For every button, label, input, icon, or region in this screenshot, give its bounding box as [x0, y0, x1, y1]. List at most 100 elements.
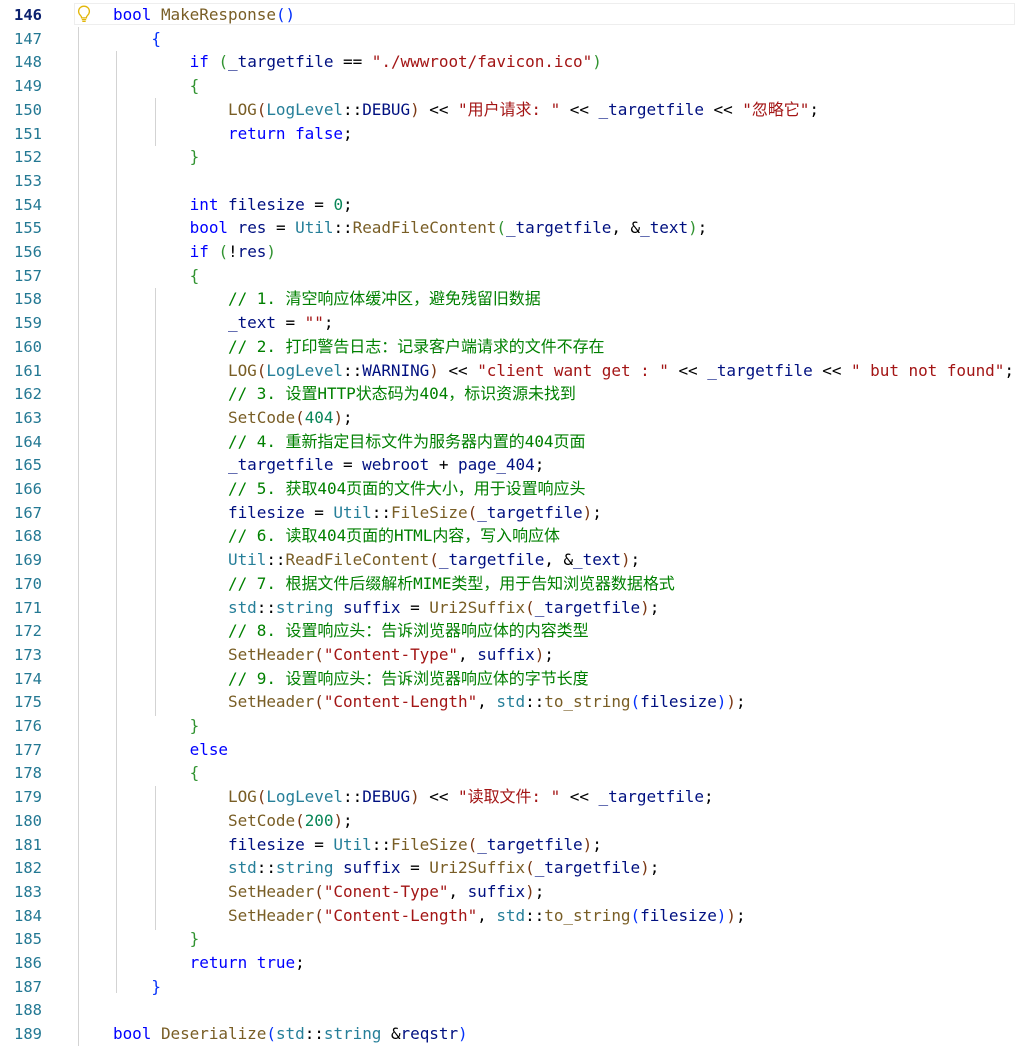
code-line[interactable]: SetHeader("Conent-Type", suffix); — [113, 880, 544, 904]
code-token: webroot — [362, 455, 430, 475]
code-token: _text — [228, 313, 276, 333]
code-token: = — [304, 834, 334, 854]
code-line[interactable]: } — [113, 975, 161, 999]
code-token: page_404 — [458, 455, 535, 475]
code-token: "./wwwroot/favicon.ico" — [371, 52, 593, 72]
code-line[interactable]: return false; — [113, 122, 353, 146]
code-token: ( — [525, 597, 535, 617]
code-token: ( — [429, 550, 439, 570]
line-number: 177 — [14, 740, 42, 759]
code-line[interactable]: // 8. 设置响应头：告诉浏览器响应体的内容类型 — [113, 619, 589, 643]
line-number: 188 — [14, 1001, 42, 1020]
code-line[interactable]: std::string suffix = Uri2Suffix(_targetf… — [113, 856, 659, 880]
code-line[interactable]: SetHeader("Content-Length", std::to_stri… — [113, 904, 746, 928]
code-token: "Content-Length" — [323, 692, 478, 712]
code-line[interactable]: } — [113, 145, 200, 169]
line-number: 152 — [14, 148, 42, 167]
code-line[interactable]: Util::ReadFileContent(_targetfile, &_tex… — [113, 548, 640, 572]
line-number: 169 — [14, 551, 42, 570]
code-line[interactable]: return true; — [113, 951, 305, 975]
line-number: 154 — [14, 195, 42, 214]
line-number: 149 — [14, 77, 42, 96]
code-token: ) — [582, 502, 593, 522]
code-line[interactable]: // 1. 清空响应体缓冲区，避免残留旧数据 — [113, 287, 541, 311]
code-line[interactable]: int filesize = 0; — [113, 193, 353, 217]
code-token: ; — [343, 407, 353, 427]
code-token: SetHeader — [228, 905, 315, 925]
line-number: 146 — [14, 6, 42, 24]
code-line[interactable]: // 6. 读取404页面的HTML内容，写入响应体 — [113, 524, 560, 548]
code-line[interactable]: bool Deserialize(std::string &reqstr) — [113, 1022, 468, 1046]
code-token: "用户请求: " — [458, 99, 561, 119]
code-token: , — [477, 692, 497, 712]
code-token: ; — [323, 313, 334, 333]
code-token: ; — [534, 881, 545, 901]
code-line[interactable]: SetCode(404); — [113, 406, 353, 430]
code-line[interactable]: LOG(LogLevel::WARNING) << "client want g… — [113, 359, 1014, 383]
code-token: to_string — [544, 692, 631, 712]
code-token: << — [812, 360, 851, 380]
code-token: std — [228, 597, 257, 617]
code-line[interactable]: std::string suffix = Uri2Suffix(_targetf… — [113, 596, 659, 620]
code-line[interactable]: if (!res) — [113, 240, 276, 264]
code-line[interactable]: // 5. 获取404页面的文件大小，用于设置响应头 — [113, 477, 585, 501]
code-token: << — [703, 99, 743, 119]
code-line[interactable]: { — [113, 761, 200, 785]
code-line[interactable]: LOG(LogLevel::DEBUG) << "用户请求: " << _tar… — [113, 98, 819, 122]
code-token: ) — [333, 407, 344, 427]
code-line[interactable]: _text = ""; — [113, 311, 333, 335]
line-number: 158 — [14, 290, 42, 309]
code-token: WARNING — [362, 360, 430, 380]
code-line[interactable]: // 3. 设置HTTP状态码为404，标识资源未找到 — [113, 382, 576, 406]
line-number: 159 — [14, 314, 42, 333]
code-token: _targetfile — [438, 550, 545, 570]
code-line[interactable]: filesize = Util::FileSize(_targetfile); — [113, 501, 602, 525]
code-token: SetHeader — [228, 881, 315, 901]
code-token: << — [438, 360, 478, 380]
code-line[interactable]: _targetfile = webroot + page_404; — [113, 453, 544, 477]
code-line[interactable]: LOG(LogLevel::DEBUG) << "读取文件: " << _tar… — [113, 785, 714, 809]
code-token: ( — [630, 905, 641, 925]
code-token: :: — [525, 692, 545, 712]
code-line[interactable]: { — [113, 27, 161, 51]
code-token: else — [189, 739, 229, 759]
code-token: ) — [333, 810, 344, 830]
code-line[interactable]: filesize = Util::FileSize(_targetfile); — [113, 833, 602, 857]
code-line[interactable]: // 2. 打印警告日志：记录客户端请求的文件不存在 — [113, 335, 605, 359]
code-line[interactable]: bool MakeResponse() — [113, 3, 295, 27]
code-line[interactable]: SetHeader("Content-Type", suffix); — [113, 643, 554, 667]
code-line[interactable]: { — [113, 74, 200, 98]
code-line[interactable]: if (_targetfile == "./wwwroot/favicon.ic… — [113, 50, 602, 74]
code-token: , — [448, 881, 468, 901]
line-number: 178 — [14, 764, 42, 783]
code-token: // 4. 重新指定目标文件为服务器内置的404页面 — [228, 431, 586, 451]
code-line[interactable]: SetHeader("Content-Length", std::to_stri… — [113, 690, 746, 714]
code-line[interactable]: } — [113, 927, 200, 951]
code-token: ( — [467, 502, 478, 522]
code-line[interactable]: // 4. 重新指定目标文件为服务器内置的404页面 — [113, 430, 585, 454]
code-line[interactable]: else — [113, 738, 228, 762]
code-line[interactable]: bool res = Util::ReadFileContent(_target… — [113, 216, 708, 240]
code-token: << — [560, 99, 599, 119]
code-area[interactable]: bool MakeResponse() { if (_targetfile ==… — [74, 0, 1015, 1046]
code-line[interactable]: // 9. 设置响应头：告诉浏览器响应体的字节长度 — [113, 667, 589, 691]
code-token: _targetfile — [534, 858, 641, 878]
code-token: } — [189, 929, 200, 949]
code-token: :: — [256, 858, 276, 878]
code-editor[interactable]: 146 147 148 149 150 151 152 153 154 155 156 157 158 1… — [0, 0, 1015, 1046]
code-token: FileSize — [390, 502, 468, 522]
code-token: ; — [735, 692, 746, 712]
code-line[interactable]: SetCode(200); — [113, 809, 353, 833]
code-line[interactable]: { — [113, 264, 200, 288]
code-line[interactable]: } — [113, 714, 200, 738]
code-token: ( — [256, 99, 267, 119]
code-line[interactable]: // 7. 根据文件后缀解析MIME类型，用于告知浏览器数据格式 — [113, 572, 675, 596]
